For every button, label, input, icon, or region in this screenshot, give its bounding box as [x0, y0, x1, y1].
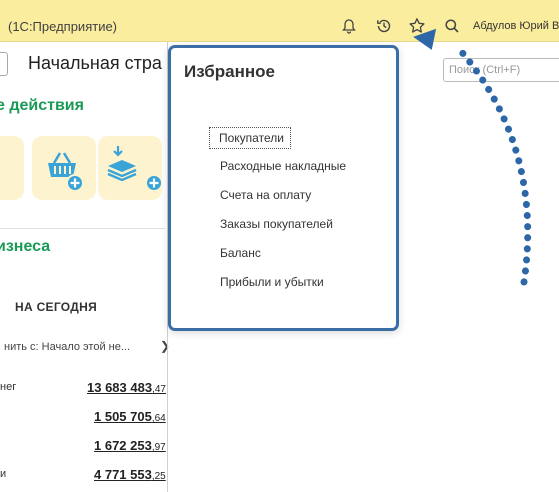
favorite-item[interactable]: Расходные накладные [210, 156, 346, 176]
today-column-header: НА СЕГОДНЯ [15, 300, 97, 314]
home-button[interactable] [0, 52, 8, 76]
period-selector[interactable]: нить с: Начало этой не... [4, 341, 130, 353]
section-divider [0, 228, 165, 229]
section-quick-actions: е действия [0, 97, 84, 114]
bell-icon[interactable] [339, 16, 359, 36]
indicator-label: нег [0, 381, 17, 393]
action-tile[interactable] [0, 136, 24, 200]
favorite-item[interactable]: Счета на оплату [210, 185, 311, 205]
favorite-item[interactable]: Баланс [210, 243, 261, 263]
indicator-value[interactable]: 1 505 705,64 [94, 409, 166, 424]
stack-add-icon [107, 146, 163, 192]
favorite-item[interactable]: Заказы покупателей [210, 214, 333, 234]
add-purchase-tile[interactable] [32, 136, 96, 200]
indicator-value[interactable]: 13 683 483,47 [87, 380, 166, 395]
add-goods-tile[interactable] [98, 136, 163, 200]
favorite-item[interactable]: Покупатели [209, 127, 291, 149]
favorite-item[interactable]: Прибыли и убытки [210, 272, 324, 292]
history-icon[interactable] [374, 16, 394, 36]
indicator-value[interactable]: 1 672 253,97 [94, 438, 166, 453]
window-title: (1С:Предприятие) [8, 19, 118, 34]
star-icon[interactable] [407, 16, 427, 36]
user-name[interactable]: Абдулов Юрий В [473, 20, 559, 32]
page-title: Начальная стра [28, 53, 162, 73]
favorites-title: Избранное [184, 62, 275, 81]
search-input[interactable]: Поиск (Ctrl+F) [443, 58, 559, 82]
favorites-popup: Избранное Покупатели Расходные накладные… [168, 45, 399, 331]
title-bar: (1С:Предприятие) Абдулов Юрий В [0, 0, 559, 42]
indicator-value[interactable]: 4 771 553,25 [94, 467, 166, 482]
search-icon[interactable] [442, 16, 462, 36]
basket-add-icon [48, 152, 84, 192]
chevron-right-icon[interactable]: ❯ [160, 339, 170, 353]
app-window: { "window": { "title": "(1С:Предприятие)… [0, 0, 559, 492]
indicator-label: и [0, 468, 7, 480]
section-business-indicators: изнеса [0, 238, 51, 255]
